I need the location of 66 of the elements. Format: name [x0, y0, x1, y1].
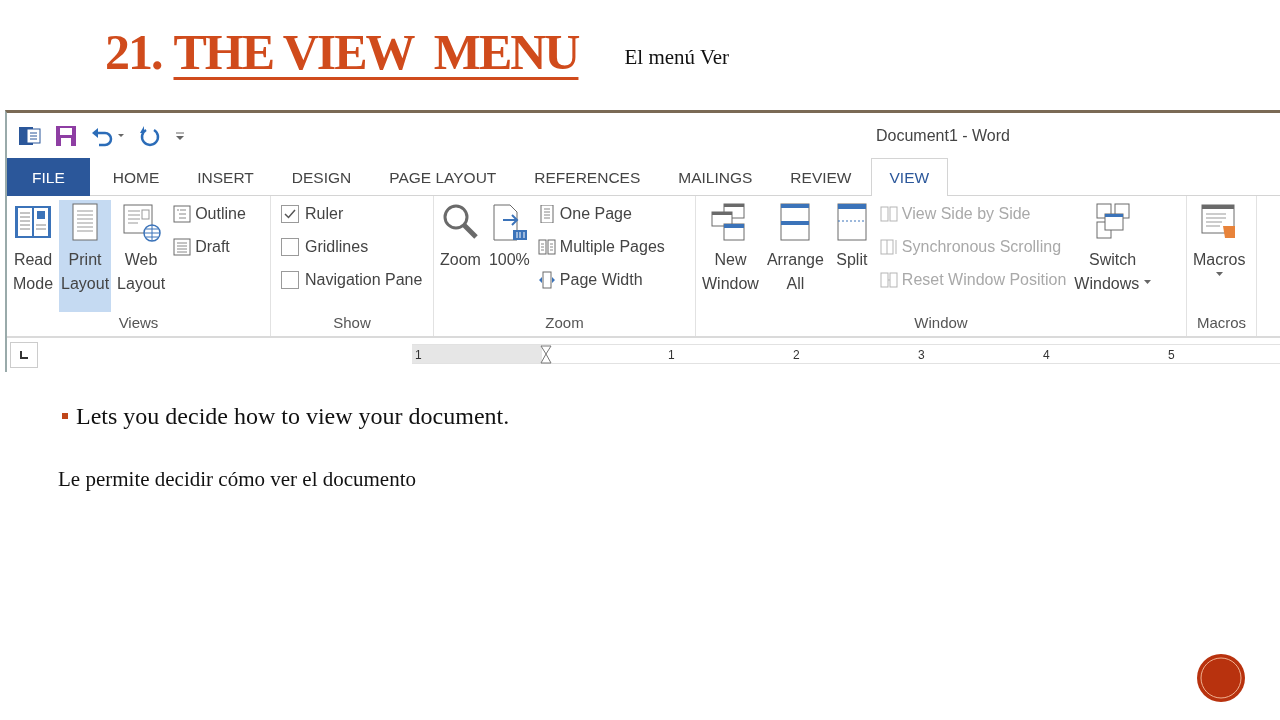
reset-window-icon [879, 271, 898, 289]
title-translation: El menú Ver [624, 44, 730, 71]
bullet-text: Lets you decide how to view your document. [76, 402, 510, 431]
web-page-icon [121, 202, 162, 242]
slide-number-heading: 21. [105, 23, 162, 82]
outline-icon [173, 205, 192, 223]
ribbon-button[interactable]: 100% [486, 200, 532, 312]
ruler-number: 5 [1168, 347, 1175, 364]
ribbon-button[interactable]: Draft [171, 235, 248, 259]
ribbon-button[interactable]: Multiple Pages [535, 235, 667, 259]
group-label: Zoom [544, 312, 585, 333]
page-icon [537, 205, 556, 223]
ribbon-button[interactable]: New Window [700, 200, 761, 312]
ribbon-button[interactable]: Outline [171, 202, 248, 226]
group-label: Macros [1195, 312, 1248, 333]
checkbox[interactable] [281, 238, 299, 256]
ruler-number: 3 [918, 347, 925, 364]
bullet-icon [62, 413, 68, 419]
ribbon-tab[interactable]: HOME [93, 158, 179, 196]
save-icon[interactable] [55, 124, 77, 147]
window-title: Document1 - Word [876, 125, 1010, 146]
ribbon-button[interactable]: Split [829, 200, 874, 312]
checkbox[interactable] [281, 205, 299, 223]
side-by-side-icon [879, 205, 898, 223]
circle-ornament-icon [1196, 653, 1246, 703]
tab-selector-button[interactable] [10, 342, 38, 368]
page-width-icon [537, 271, 556, 289]
checkmark-icon [284, 209, 296, 219]
ribbon-tab[interactable]: MAILINGS [659, 158, 772, 196]
translation-text: Le permite decidir cómo ver el documento [58, 466, 418, 493]
ribbon-tab[interactable]: REVIEW [771, 158, 871, 196]
checkbox[interactable] [281, 271, 299, 289]
ruler-number: 1 [668, 347, 675, 364]
ruler-number: 1 [415, 347, 422, 364]
draft-icon [173, 238, 192, 256]
ribbon-button[interactable]: Print Layout [59, 200, 112, 312]
checkbox-label: Ruler [305, 204, 344, 224]
sync-scroll-icon [879, 238, 898, 256]
ribbon-button[interactable]: Switch Windows [1072, 200, 1153, 312]
ribbon-tab[interactable]: PAGE LAYOUT [370, 158, 516, 196]
ribbon-button[interactable]: Macros [1191, 200, 1248, 312]
checkbox-label: Gridlines [305, 237, 369, 257]
ribbon-tab[interactable]: FILE [7, 158, 90, 196]
ribbon-tab[interactable]: DESIGN [272, 158, 371, 196]
ribbon-tab[interactable]: REFERENCES [515, 158, 660, 196]
ribbon-button[interactable]: Arrange All [764, 200, 826, 312]
ribbon-button[interactable]: Zoom [438, 200, 483, 312]
group-label: Views [117, 312, 160, 333]
ruler-number: 2 [793, 347, 800, 364]
ribbon-button[interactable]: Read Mode [11, 200, 56, 312]
word-logo-icon[interactable] [19, 124, 41, 147]
group-label: Window [913, 312, 969, 333]
ribbon-button[interactable]: Page Width [535, 268, 667, 292]
ribbon-button[interactable]: One Page [535, 202, 667, 226]
slide-title: THE VIEW MENU [173, 23, 579, 82]
ruler-number: 4 [1043, 347, 1050, 364]
indent-marker-icon[interactable] [540, 345, 552, 365]
two-pages-icon [537, 238, 556, 256]
redo-icon[interactable] [139, 124, 161, 147]
customize-caret-icon[interactable] [175, 129, 185, 142]
checkbox-label: Navigation Pane [305, 270, 423, 290]
ribbon-tab[interactable]: INSERT [178, 158, 273, 196]
tab-stop-icon [19, 350, 29, 360]
ribbon-button[interactable]: Web Layout [115, 200, 168, 312]
ribbon-tab[interactable]: VIEW [870, 158, 949, 196]
group-label: Show [332, 312, 372, 333]
